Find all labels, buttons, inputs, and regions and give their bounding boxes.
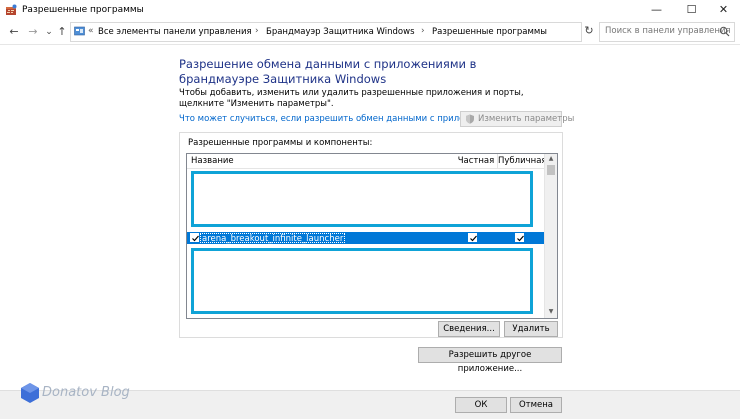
close-button[interactable]: ✕ xyxy=(707,0,740,20)
column-header-name[interactable]: Название xyxy=(187,154,456,168)
checkmark-icon xyxy=(192,235,199,242)
cancel-button[interactable]: Отмена xyxy=(510,397,562,413)
column-header-public-label: Публичная xyxy=(498,156,547,166)
app-name: arena_breakout_infinite_launcher xyxy=(200,233,346,244)
recent-locations-dropdown[interactable]: ⌄ xyxy=(42,25,56,39)
address-bar: ← → ⌄ ↑ « Все элементы панели управления… xyxy=(0,20,740,45)
ok-button[interactable]: ОК xyxy=(455,397,507,413)
column-header-name-label: Название xyxy=(191,156,234,166)
checkmark-icon xyxy=(470,235,477,242)
redacted-area xyxy=(191,171,533,227)
breadcrumb-separator[interactable]: › xyxy=(421,26,425,36)
remove-button[interactable]: Удалить xyxy=(504,321,558,337)
private-checkbox[interactable] xyxy=(468,233,477,242)
breadcrumb-allowed-apps[interactable]: Разрешенные программы xyxy=(432,27,547,37)
scroll-thumb[interactable] xyxy=(547,165,555,175)
hexagon-logo-icon xyxy=(21,383,39,403)
risk-info-link[interactable]: Что может случиться, если разрешить обме… xyxy=(179,114,504,124)
page-description: Чтобы добавить, изменить или удалить раз… xyxy=(179,88,524,109)
public-checkbox[interactable] xyxy=(515,233,524,242)
breadcrumb-separator[interactable]: › xyxy=(255,26,259,36)
maximize-button[interactable]: ☐ xyxy=(675,0,708,20)
address-box[interactable]: « Все элементы панели управления › Бранд… xyxy=(70,22,582,42)
redacted-area xyxy=(191,248,533,314)
breadcrumb-overflow[interactable]: « xyxy=(88,26,94,36)
scroll-down-arrow-icon[interactable]: ▼ xyxy=(545,307,557,317)
page-heading: Разрешение обмена данными с приложениями… xyxy=(179,57,477,86)
table-row[interactable]: arena_breakout_infinite_launcher xyxy=(187,232,544,244)
up-button[interactable]: ↑ xyxy=(55,25,69,39)
column-header-private-label: Частная xyxy=(457,156,495,166)
search-icon xyxy=(719,26,730,37)
checkmark-icon xyxy=(517,235,524,242)
minimize-button[interactable]: — xyxy=(640,0,673,20)
control-panel-icon xyxy=(74,26,85,36)
allow-another-app-button[interactable]: Разрешить другое приложение... xyxy=(418,347,562,374)
app-enabled-checkbox[interactable] xyxy=(190,233,199,242)
search-placeholder: Поиск в панели управления xyxy=(605,26,731,36)
header-divider xyxy=(187,168,544,169)
details-button[interactable]: Сведения... xyxy=(438,321,500,337)
breadcrumb-firewall[interactable]: Брандмауэр Защитника Windows xyxy=(266,27,415,37)
title-bar: Разрешенные программы — ☐ ✕ xyxy=(0,0,740,20)
refresh-button[interactable]: ↻ xyxy=(582,24,596,38)
change-settings-label: Изменить параметры xyxy=(478,114,575,124)
search-input[interactable]: Поиск в панели управления xyxy=(599,22,735,42)
change-settings-button[interactable]: Изменить параметры xyxy=(460,111,574,127)
allowed-apps-list[interactable]: Название Частная Публичная arena_breakou… xyxy=(186,153,558,319)
allowed-apps-label: Разрешенные программы и компоненты: xyxy=(188,138,373,148)
watermark: Donatov Blog xyxy=(20,380,170,408)
window-title: Разрешенные программы xyxy=(22,5,144,15)
uac-shield-icon xyxy=(466,114,474,124)
column-header-private[interactable]: Частная xyxy=(455,154,498,168)
allowed-apps-group: Разрешенные программы и компоненты: Назв… xyxy=(179,132,563,338)
column-header-public[interactable]: Публичная xyxy=(498,154,547,168)
scroll-up-arrow-icon[interactable]: ▲ xyxy=(545,154,557,164)
firewall-app-icon xyxy=(6,4,17,15)
forward-button[interactable]: → xyxy=(26,25,40,39)
breadcrumb-all-control-panel-items[interactable]: Все элементы панели управления xyxy=(98,27,252,37)
watermark-text: Donatov Blog xyxy=(42,385,130,400)
list-scrollbar[interactable]: ▲ ▼ xyxy=(544,154,557,318)
back-button[interactable]: ← xyxy=(7,25,21,39)
